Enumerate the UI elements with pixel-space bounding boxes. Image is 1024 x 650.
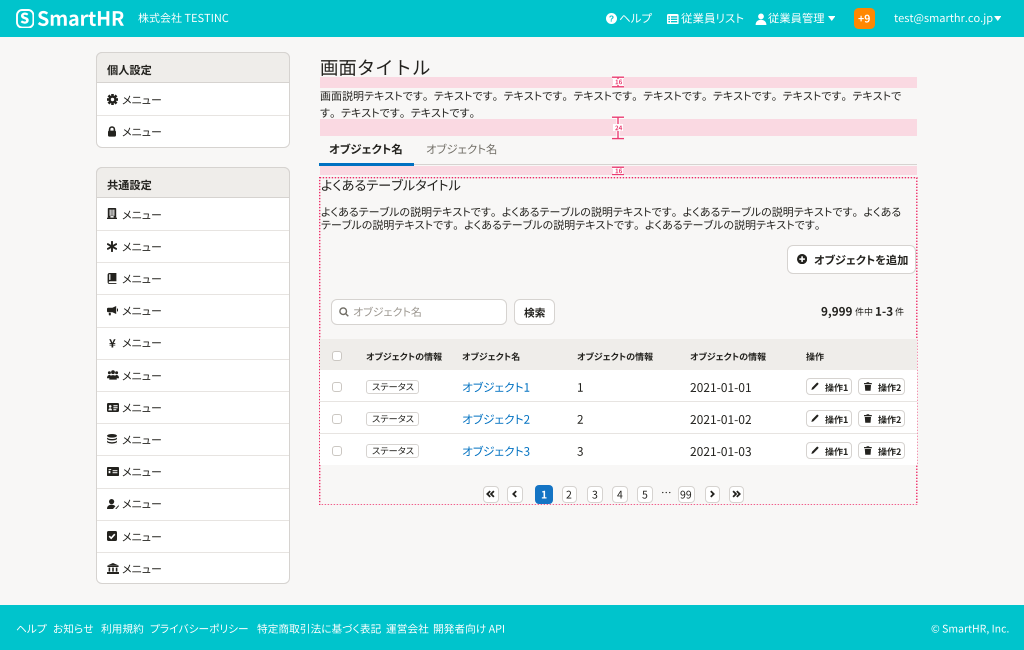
svg-text:?: ? [609,14,614,24]
